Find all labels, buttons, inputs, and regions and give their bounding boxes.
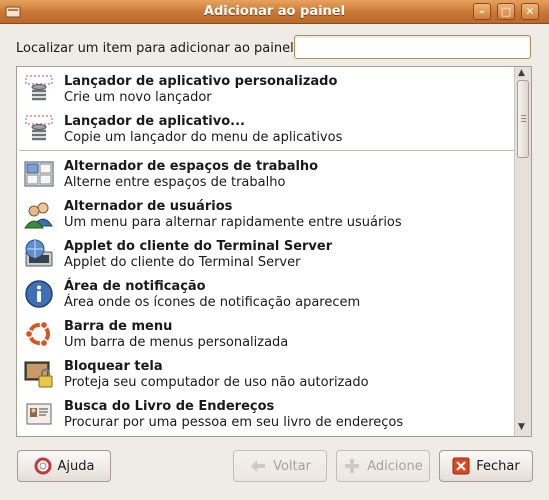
search-input[interactable] xyxy=(294,35,531,59)
back-button-label: Voltar xyxy=(273,458,311,474)
scrollbar-grip xyxy=(521,121,526,122)
address-book-icon xyxy=(26,403,52,425)
maximize-button[interactable]: □ xyxy=(497,3,515,20)
item-description: Crie um novo lançador xyxy=(64,90,212,105)
terminal-server-icon xyxy=(25,239,53,267)
item-name: Barra de menu xyxy=(64,319,173,334)
applet-list-viewport: Lançador de aplicativo personalizado Cri… xyxy=(17,67,515,436)
list-item[interactable]: Bloquear tela Proteja seu computador de … xyxy=(17,354,515,394)
applet-list: Lançador de aplicativo personalizado Cri… xyxy=(16,66,532,437)
item-name: Área de notificação xyxy=(64,279,206,294)
list-item[interactable]: Lançador de aplicativo personalizado Cri… xyxy=(17,69,515,109)
ubuntu-logo-icon xyxy=(24,320,50,348)
list-item[interactable]: Alternador de usuários Um menu para alte… xyxy=(17,194,515,234)
list-item[interactable]: Área de notificação Área onde os ícones … xyxy=(17,274,515,314)
lifebuoy-icon xyxy=(34,457,52,475)
help-button-label: Ajuda xyxy=(57,458,95,474)
list-item[interactable]: Busca do Livro de Endereços Procurar por… xyxy=(17,394,515,434)
scroll-up-arrow-icon[interactable]: ▲ xyxy=(518,68,525,78)
user-switcher-icon xyxy=(24,202,53,229)
item-name: Busca do Livro de Endereços xyxy=(64,399,275,414)
info-icon xyxy=(25,280,53,308)
close-window-button[interactable]: ✕ xyxy=(521,3,539,20)
item-description: Procurar por uma pessoa em seu livro de … xyxy=(64,415,404,430)
scrollbar-grip xyxy=(521,118,526,119)
vertical-scrollbar[interactable]: ▲ ▼ xyxy=(514,67,531,436)
arrow-left-icon xyxy=(251,460,266,472)
item-description: Proteja seu computador de uso não autori… xyxy=(64,375,369,390)
close-button-label: Fechar xyxy=(476,458,520,474)
item-description: Copie um lançador do menu de aplicativos xyxy=(64,130,343,145)
launcher-spring-icon xyxy=(25,115,53,141)
item-description: Um barra de menus personalizada xyxy=(64,335,289,350)
item-description: Alterne entre espaços de trabalho xyxy=(64,175,286,190)
search-label: Localizar um item para adicionar ao pain… xyxy=(16,41,299,56)
workspace-switcher-icon xyxy=(24,161,54,187)
close-icon xyxy=(452,457,470,475)
scrollbar-grip xyxy=(521,115,526,116)
lock-screen-icon xyxy=(24,361,53,388)
list-item[interactable]: Barra de menu Um barra de menus personal… xyxy=(17,314,515,354)
item-name: Lançador de aplicativo personalizado xyxy=(64,74,338,89)
back-button[interactable]: Voltar xyxy=(233,450,327,482)
scroll-down-arrow-icon[interactable]: ▼ xyxy=(518,422,525,432)
add-button[interactable]: Adicione xyxy=(336,450,430,482)
item-description: Área onde os ícones de notificação apare… xyxy=(64,295,361,310)
add-to-panel-dialog: Adicionar ao painel – □ ✕ Localizar um i… xyxy=(0,0,549,500)
item-name: Bloquear tela xyxy=(64,359,163,374)
item-name: Applet do cliente do Terminal Server xyxy=(64,239,333,254)
list-item[interactable]: Lançador de aplicativo... Copie um lança… xyxy=(17,109,515,149)
item-name: Lançador de aplicativo... xyxy=(64,114,245,129)
item-name: Alternador de espaços de trabalho xyxy=(64,159,319,174)
item-description: Um menu para alternar rapidamente entre … xyxy=(64,215,402,230)
scrollbar-thumb[interactable] xyxy=(517,80,529,158)
add-button-label: Adicione xyxy=(367,458,423,474)
help-button[interactable]: Ajuda xyxy=(17,450,111,482)
list-separator xyxy=(19,150,515,151)
title-bar[interactable]: Adicionar ao painel – □ ✕ xyxy=(0,0,549,24)
plus-icon xyxy=(345,459,360,473)
item-name: Alternador de usuários xyxy=(64,199,233,214)
window-title: Adicionar ao painel xyxy=(203,4,346,19)
close-button[interactable]: Fechar xyxy=(439,450,533,482)
launcher-spring-icon xyxy=(25,75,53,101)
list-item[interactable]: Applet do cliente do Terminal Server App… xyxy=(17,234,515,274)
item-description: Applet do cliente do Terminal Server xyxy=(64,255,301,270)
minimize-button[interactable]: – xyxy=(473,3,491,20)
list-item[interactable]: Alternador de espaços de trabalho Altern… xyxy=(17,154,515,194)
